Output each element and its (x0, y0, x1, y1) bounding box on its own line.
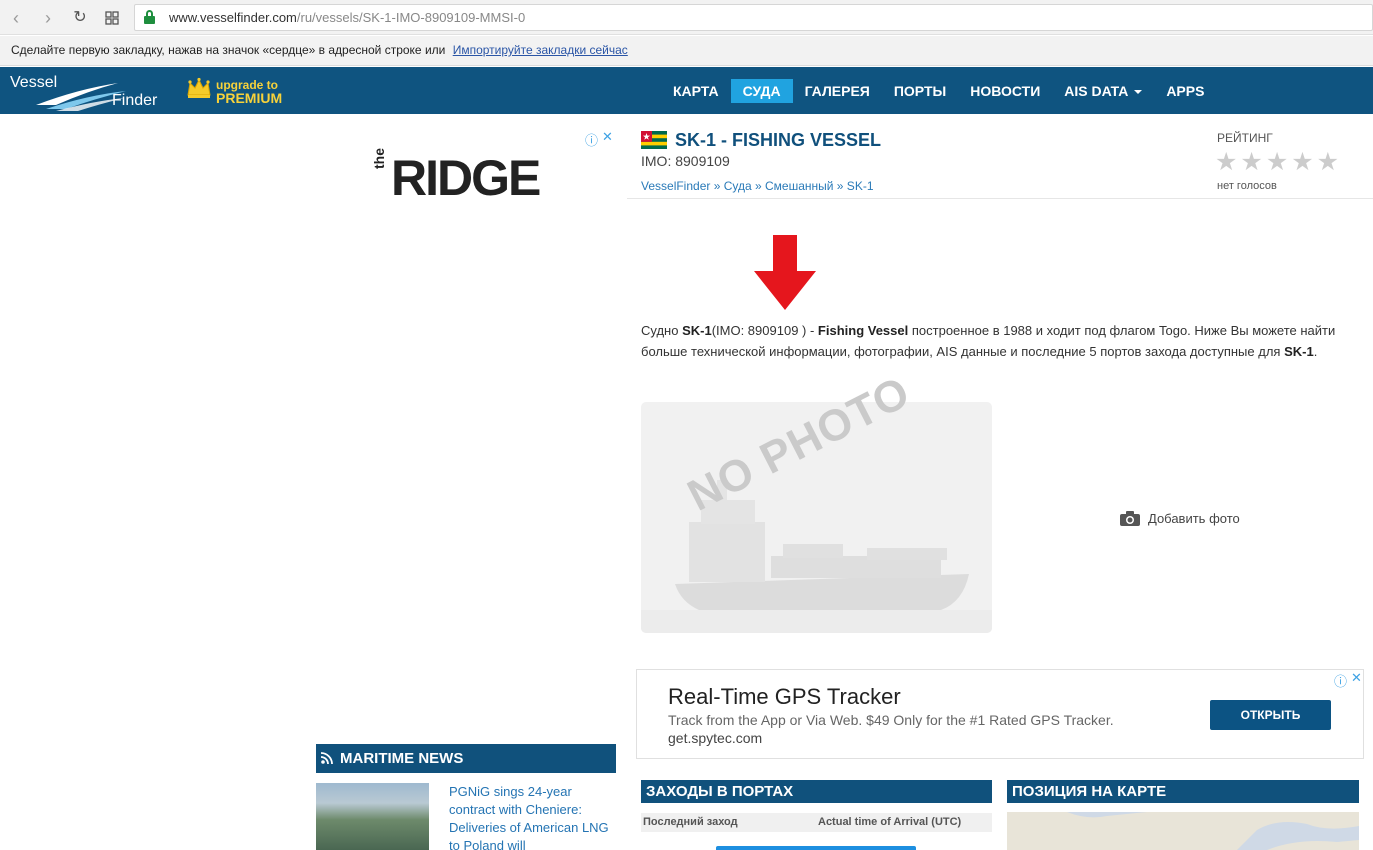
logo-text-top: Vessel (10, 74, 58, 91)
premium-big-text: PREMIUM (216, 90, 283, 106)
ridge-logo-word: RIDGE (391, 150, 541, 206)
add-photo-button[interactable]: Добавить фото (1120, 511, 1240, 526)
position-map[interactable] (1007, 812, 1359, 850)
ad-title[interactable]: Real-Time GPS Tracker (668, 684, 901, 710)
lock-icon (144, 10, 155, 24)
menu-item-gallery[interactable]: ГАЛЕРЕЯ (793, 79, 882, 103)
vessel-header: SK-1 - FISHING VESSEL IMO: 8909109 Vesse… (627, 127, 1373, 199)
vessel-description: Судно SK-1(IMO: 8909109 ) - Fishing Vess… (641, 323, 1336, 359)
ad-url[interactable]: get.spytec.com (668, 730, 762, 746)
camera-icon (1120, 511, 1140, 526)
ad-info-icon[interactable]: ⓘ (1334, 671, 1347, 690)
vessel-title: SK-1 - FISHING VESSEL (675, 130, 882, 150)
address-bar[interactable]: www.vesselfinder.com/ru/vessels/SK-1-IMO… (134, 4, 1373, 31)
ad-close-icon[interactable]: ✕ (602, 129, 613, 145)
menu-item-apps[interactable]: APPS (1154, 79, 1216, 103)
menu-item-ports[interactable]: ПОРТЫ (882, 79, 958, 103)
ad-info-icon[interactable]: ⓘ (585, 130, 598, 149)
menu-item-map[interactable]: КАРТА (661, 79, 731, 103)
browser-toolbar: ‹ › ↻ www.vesselfinder.com/ru/vessels/SK… (0, 0, 1373, 35)
menu-item-vessels[interactable]: СУДА (730, 79, 793, 103)
news-thumbnail[interactable] (316, 783, 429, 850)
crown-icon (187, 77, 211, 98)
port-calls-button[interactable] (716, 846, 916, 850)
url-text: www.vesselfinder.com/ru/vessels/SK-1-IMO… (169, 10, 526, 25)
column-arrival-time: Actual time of Arrival (UTC) (818, 816, 962, 828)
back-icon[interactable]: ‹ (5, 7, 27, 29)
add-photo-label: Добавить фото (1148, 511, 1240, 526)
togo-flag-icon (641, 131, 667, 149)
main-menu: КАРТА СУДА ГАЛЕРЕЯ ПОРТЫ НОВОСТИ AIS DAT… (661, 79, 1216, 103)
reload-icon[interactable]: ↻ (69, 7, 91, 29)
vessel-imo: IMO: 8909109 (641, 153, 730, 169)
maritime-news-title: MARITIME NEWS (340, 750, 464, 767)
forward-icon[interactable]: › (37, 7, 59, 29)
column-last-call: Последний заход (643, 816, 738, 828)
map-position-heading: ПОЗИЦИЯ НА КАРТЕ (1007, 780, 1359, 803)
rating-label: РЕЙТИНГ (1217, 131, 1273, 145)
menu-item-news[interactable]: НОВОСТИ (958, 79, 1052, 103)
logo-text-bottom: Finder (112, 92, 158, 109)
port-calls-table-header: Последний заход Actual time of Arrival (… (641, 813, 992, 832)
ad-subtitle: Track from the App or Via Web. $49 Only … (668, 712, 1114, 728)
apps-grid-icon[interactable] (101, 7, 123, 29)
breadcrumb[interactable]: VesselFinder » Суда » Смешанный » SK-1 (641, 179, 874, 193)
premium-upgrade-link[interactable]: upgrade to PREMIUM (186, 77, 282, 106)
caret-down-icon (1134, 90, 1143, 95)
ad-open-button[interactable]: ОТКРЫТЬ (1210, 700, 1331, 730)
menu-item-ais-data[interactable]: AIS DATA (1052, 79, 1154, 103)
bookmarks-hint: Сделайте первую закладку, нажав на значо… (11, 43, 446, 57)
ridge-logo-small: the (371, 148, 387, 169)
rating-stars[interactable]: ★★★★★ (1215, 147, 1342, 177)
import-bookmarks-link[interactable]: Импортируйте закладки сейчас (453, 43, 628, 57)
ad-close-icon[interactable]: ✕ (1351, 670, 1362, 686)
port-calls-heading: ЗАХОДЫ В ПОРТАХ (641, 780, 992, 803)
maritime-news-heading: MARITIME NEWS (316, 744, 616, 773)
rss-icon (321, 752, 333, 764)
votes-count: нет голосов (1217, 180, 1277, 192)
red-arrow-down-icon (754, 235, 816, 310)
ad-banner-gps[interactable]: ⓘ ✕ Real-Time GPS Tracker Track from the… (636, 669, 1364, 759)
bookmarks-bar: Сделайте первую закладку, нажав на значо… (0, 36, 1373, 66)
ad-banner-left[interactable]: ⓘ ✕ the RIDGE (315, 127, 617, 217)
news-item-link[interactable]: PGNiG sings 24-year contract with Chenie… (449, 783, 609, 850)
menu-item-ais-data-label: AIS DATA (1064, 83, 1129, 99)
site-header: Vessel Finder upgrade to PREMIUM КАРТА С… (0, 67, 1373, 114)
vesselfinder-logo[interactable]: Vessel Finder (8, 71, 168, 111)
